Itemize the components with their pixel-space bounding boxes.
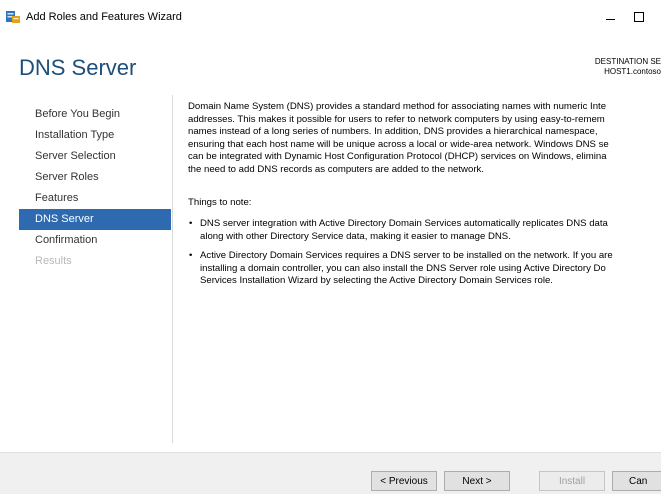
- nav-item-server-roles[interactable]: Server Roles: [19, 167, 171, 188]
- install-button: Install: [539, 471, 605, 491]
- intro-paragraph: Domain Name System (DNS) provides a stan…: [188, 101, 661, 176]
- wizard-nav: Before You Begin Installation Type Serve…: [19, 104, 171, 272]
- note-bullet-item: • DNS server integration with Active Dir…: [188, 218, 661, 243]
- intro-line: can be integrated with Dynamic Host Conf…: [188, 151, 607, 162]
- maximize-button[interactable]: [624, 5, 654, 29]
- nav-item-features[interactable]: Features: [19, 188, 171, 209]
- title-bar: Add Roles and Features Wizard: [0, 0, 661, 34]
- nav-item-results: Results: [35, 255, 72, 267]
- intro-line: the need to add DNS records as computers…: [188, 163, 484, 175]
- minimize-button[interactable]: [595, 5, 625, 29]
- wizard-footer: < Previous Next > Install Can: [0, 452, 661, 494]
- bullet-line: Services Installation Wizard by selectin…: [200, 275, 553, 286]
- bullet-line: installing a domain controller, you can …: [200, 262, 606, 274]
- window-title: Add Roles and Features Wizard: [26, 11, 182, 23]
- server-manager-icon: [6, 11, 20, 23]
- bullet-icon: •: [189, 250, 193, 261]
- intro-line: addresses. This makes it possible for us…: [188, 113, 605, 125]
- notes-heading: Things to note:: [188, 197, 252, 208]
- maximize-icon: [634, 12, 644, 22]
- content-pane: Domain Name System (DNS) provides a stan…: [188, 101, 661, 288]
- nav-item-installation-type[interactable]: Installation Type: [19, 125, 171, 146]
- note-bullet-item: • Active Directory Domain Services requi…: [188, 250, 661, 288]
- bullet-line: along with other Directory Service data,…: [200, 230, 511, 242]
- previous-button[interactable]: < Previous: [371, 471, 437, 491]
- nav-divider: [172, 95, 173, 443]
- nav-item-before-you-begin[interactable]: Before You Begin: [19, 104, 171, 125]
- intro-line: ensuring that each host name will be uni…: [188, 138, 609, 150]
- intro-line: Domain Name System (DNS) provides a stan…: [188, 101, 607, 112]
- intro-line: names instead of a long series of number…: [188, 126, 598, 137]
- bullet-line: Active Directory Domain Services require…: [200, 250, 613, 261]
- nav-item-server-selection[interactable]: Server Selection: [19, 146, 171, 167]
- bullet-icon: •: [189, 218, 193, 229]
- destination-server-label: DESTINATION SE: [594, 57, 661, 66]
- cancel-button[interactable]: Can: [612, 471, 661, 491]
- nav-item-confirmation[interactable]: Confirmation: [19, 230, 171, 251]
- destination-server-name: HOST1.contoso: [604, 67, 661, 76]
- next-button[interactable]: Next >: [444, 471, 510, 491]
- nav-item-dns-server[interactable]: DNS Server: [19, 209, 171, 230]
- minimize-icon: [605, 18, 615, 20]
- page-title: DNS Server: [19, 55, 137, 80]
- bullet-line: DNS server integration with Active Direc…: [200, 218, 608, 229]
